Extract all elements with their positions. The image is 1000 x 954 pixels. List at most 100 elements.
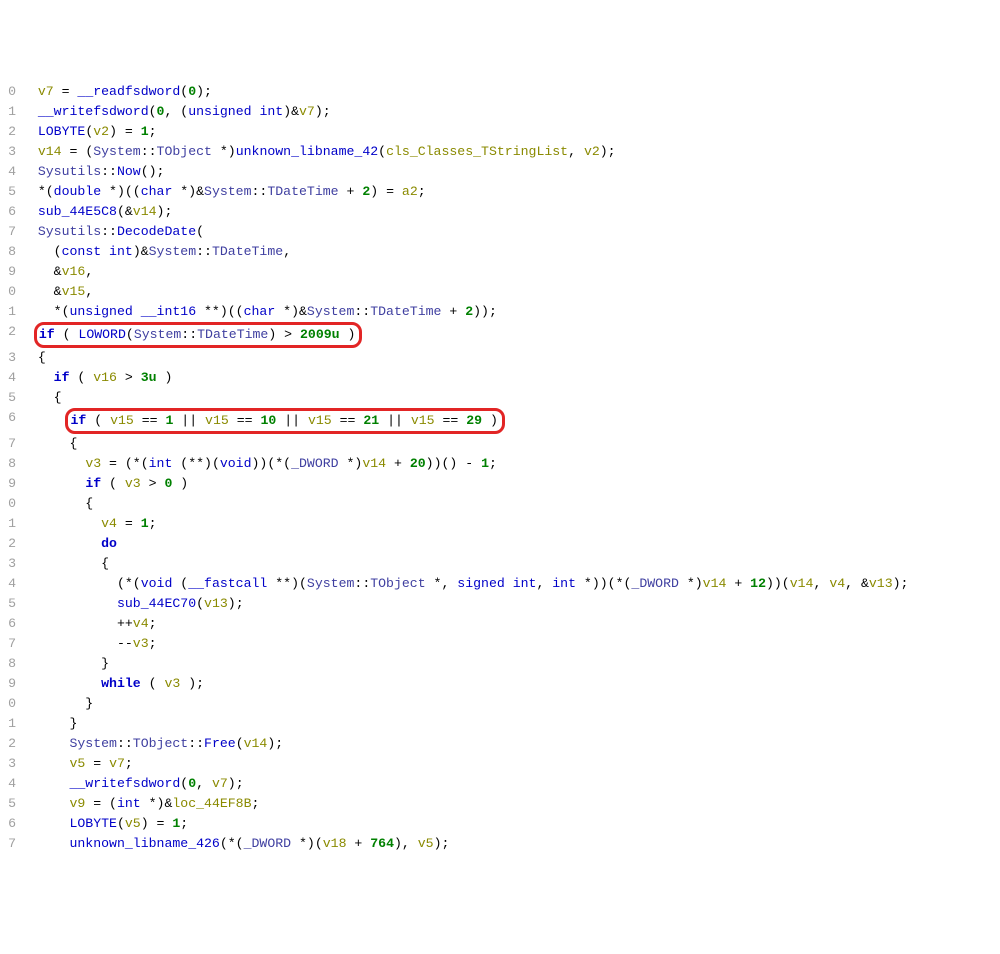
- code-token: TDateTime: [267, 184, 338, 199]
- code-token: char: [141, 184, 173, 199]
- code-content: {: [22, 348, 1000, 368]
- code-token: void: [141, 576, 173, 591]
- code-token: int: [117, 796, 141, 811]
- code-content: if ( v16 > 3u ): [22, 368, 1000, 388]
- code-token: ::: [354, 304, 370, 319]
- code-token: ::: [101, 224, 117, 239]
- code-token: = (: [62, 144, 94, 159]
- line-number: 2: [0, 734, 22, 754]
- code-token: ,: [568, 144, 584, 159]
- code-content: --v3;: [22, 634, 1000, 654]
- line-number: 1: [0, 714, 22, 734]
- code-token: v14: [133, 204, 157, 219]
- code-line: 5 sub_44EC70(v13);: [0, 594, 1000, 614]
- line-number: 3: [0, 754, 22, 774]
- code-token: System: [149, 244, 196, 259]
- code-token: )&: [133, 244, 149, 259]
- code-token: [22, 476, 85, 491]
- code-token: 2: [465, 304, 473, 319]
- code-token: sub_44EC70: [117, 596, 196, 611]
- code-token: sub_44E5C8: [38, 204, 117, 219]
- code-token: v13: [204, 596, 228, 611]
- code-token: *)&: [172, 184, 204, 199]
- code-token: *): [212, 144, 236, 159]
- line-number: 6: [0, 202, 22, 222]
- code-line: 4 (*(void (__fastcall **)(System::TObjec…: [0, 574, 1000, 594]
- code-token: (: [101, 476, 125, 491]
- code-token: loc_44EF8B: [172, 796, 251, 811]
- code-token: 1: [141, 516, 149, 531]
- line-number: 3: [0, 142, 22, 162]
- code-token: System: [204, 184, 251, 199]
- code-token: ;: [149, 124, 157, 139]
- code-token: while: [101, 676, 141, 691]
- code-token: v9: [69, 796, 85, 811]
- code-line: 9 if ( v3 > 0 ): [0, 474, 1000, 494]
- highlight-box: if ( LOWORD(System::TDateTime) > 2009u ): [34, 322, 363, 348]
- code-token: v15: [205, 413, 229, 428]
- line-number: 3: [0, 348, 22, 368]
- code-token: v14: [244, 736, 268, 751]
- code-content: v14 = (System::TObject *)unknown_libname…: [22, 142, 1000, 162]
- code-token: unknown_libname_426: [69, 836, 219, 851]
- code-content: if ( v15 == 1 || v15 == 10 || v15 == 21 …: [22, 408, 1000, 434]
- line-number: 3: [0, 554, 22, 574]
- code-token: {: [22, 350, 46, 365]
- code-token: ): [157, 370, 173, 385]
- line-number: 8: [0, 454, 22, 474]
- code-token: [22, 736, 69, 751]
- code-token: [22, 370, 54, 385]
- line-number: 1: [0, 514, 22, 534]
- code-token: ();: [141, 164, 165, 179]
- code-token: +: [339, 184, 363, 199]
- code-token: ::: [196, 244, 212, 259]
- line-number: 7: [0, 434, 22, 454]
- code-token: &: [22, 264, 62, 279]
- code-token: )&: [283, 104, 299, 119]
- code-content: *(double *)((char *)&System::TDateTime +…: [22, 182, 1000, 202]
- code-token: ;: [149, 636, 157, 651]
- line-number: 0: [0, 694, 22, 714]
- code-token: 20: [410, 456, 426, 471]
- code-token: ;: [125, 756, 133, 771]
- code-token: +: [441, 304, 465, 319]
- code-token: {: [22, 496, 93, 511]
- code-token: (*(: [220, 836, 244, 851]
- code-content: }: [22, 694, 1000, 714]
- code-token: ));: [473, 304, 497, 319]
- code-token: ==: [134, 413, 166, 428]
- code-token: *): [679, 576, 703, 591]
- code-token: [22, 676, 101, 691]
- line-number: 6: [0, 408, 22, 428]
- code-token: ;: [489, 456, 497, 471]
- code-token: 1: [141, 124, 149, 139]
- code-token: Sysutils: [38, 164, 101, 179]
- line-number: 2: [0, 322, 22, 342]
- highlight-box: if ( v15 == 1 || v15 == 10 || v15 == 21 …: [65, 408, 504, 434]
- code-token: System: [93, 144, 140, 159]
- code-content: v5 = v7;: [22, 754, 1000, 774]
- code-line: 7 --v3;: [0, 634, 1000, 654]
- code-token: **)(: [267, 576, 307, 591]
- code-line: 6 if ( v15 == 1 || v15 == 10 || v15 == 2…: [0, 408, 1000, 434]
- code-token: v13: [869, 576, 893, 591]
- code-token: *)&: [275, 304, 307, 319]
- code-token: ||: [173, 413, 205, 428]
- code-token: v5: [418, 836, 434, 851]
- code-line: 5 v9 = (int *)&loc_44EF8B;: [0, 794, 1000, 814]
- line-number: 9: [0, 674, 22, 694]
- code-line: 0 &v15,: [0, 282, 1000, 302]
- code-content: (const int)&System::TDateTime,: [22, 242, 1000, 262]
- code-token: Sysutils: [38, 224, 101, 239]
- code-token: 10: [260, 413, 276, 428]
- code-line: 8 v3 = (*(int (**)(void))(*(_DWORD *)v14…: [0, 454, 1000, 474]
- code-token: ,: [85, 284, 93, 299]
- code-token: v4: [133, 616, 149, 631]
- code-token: ;: [418, 184, 426, 199]
- code-token: _DWORD: [291, 456, 338, 471]
- code-token: +: [386, 456, 410, 471]
- code-token: (**)(: [172, 456, 219, 471]
- code-token: v5: [125, 816, 141, 831]
- code-token: if: [54, 370, 70, 385]
- code-token: ;: [252, 796, 260, 811]
